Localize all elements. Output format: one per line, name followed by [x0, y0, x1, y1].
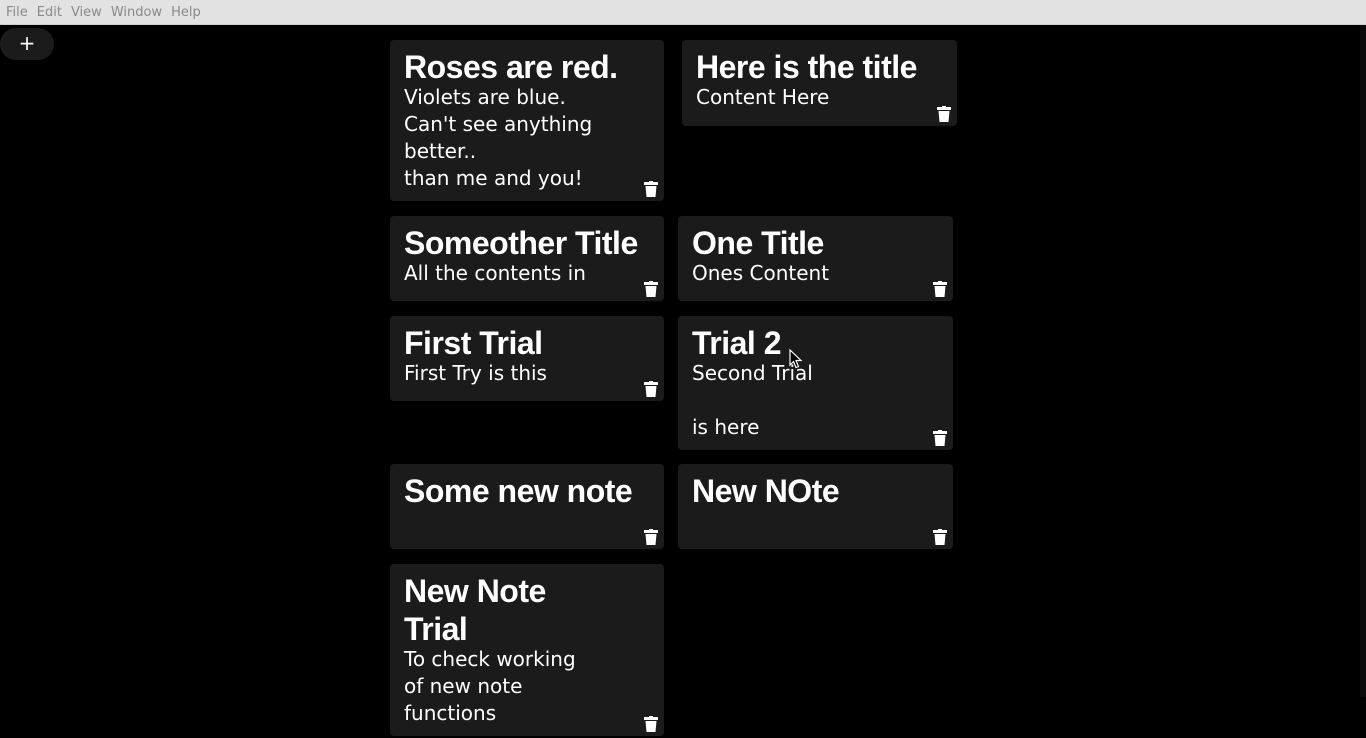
- note-card[interactable]: New Note Trial To check working of new n…: [390, 564, 664, 736]
- note-title: One Title: [692, 225, 824, 261]
- note-title: Some new note: [404, 473, 633, 509]
- scrollbar[interactable]: [1360, 25, 1366, 697]
- add-note-button[interactable]: +: [0, 28, 54, 60]
- note-title: Trial 2: [692, 325, 782, 361]
- menu-bar: File Edit View Window Help: [0, 0, 1366, 25]
- note-card[interactable]: Roses are red. Violets are blue. Can't s…: [390, 40, 664, 201]
- trash-icon[interactable]: [933, 281, 947, 297]
- mouse-cursor-icon: [789, 349, 803, 369]
- menu-window[interactable]: Window: [111, 5, 162, 20]
- trash-icon[interactable]: [644, 181, 658, 197]
- trash-icon[interactable]: [644, 529, 658, 545]
- note-card[interactable]: First Trial First Try is this: [390, 316, 664, 401]
- note-card[interactable]: Someother Title All the contents in: [390, 216, 664, 301]
- note-content: First Try is this: [404, 361, 547, 385]
- note-content: To check working of new note functions: [404, 647, 576, 725]
- menu-view[interactable]: View: [71, 5, 102, 20]
- trash-icon[interactable]: [644, 381, 658, 397]
- note-content: All the contents in: [404, 261, 586, 285]
- note-title: New NOte: [692, 473, 840, 509]
- trash-icon[interactable]: [933, 430, 947, 446]
- trash-icon[interactable]: [933, 529, 947, 545]
- note-title: Roses are red.: [404, 49, 618, 85]
- note-content: Ones Content: [692, 261, 830, 285]
- trash-icon[interactable]: [937, 106, 951, 122]
- note-content: Second Trial is here: [692, 361, 813, 439]
- menu-file[interactable]: File: [6, 5, 28, 20]
- note-title: Someother Title: [404, 225, 638, 261]
- note-content: Content Here: [696, 85, 830, 109]
- plus-icon: +: [18, 31, 36, 55]
- note-content: Violets are blue. Can't see anything bet…: [404, 85, 593, 190]
- note-title: New Note Trial: [404, 573, 546, 647]
- note-title: First Trial: [404, 325, 543, 361]
- note-title: Here is the title: [696, 49, 917, 85]
- trash-icon[interactable]: [644, 716, 658, 732]
- note-card[interactable]: New NOte: [678, 464, 953, 549]
- note-card[interactable]: One Title Ones Content: [678, 216, 953, 301]
- menu-help[interactable]: Help: [171, 5, 201, 20]
- menu-edit[interactable]: Edit: [37, 5, 62, 20]
- note-card[interactable]: Here is the title Content Here: [682, 40, 957, 126]
- note-card[interactable]: Some new note: [390, 464, 664, 549]
- note-card[interactable]: Trial 2 Second Trial is here: [678, 316, 953, 450]
- trash-icon[interactable]: [644, 281, 658, 297]
